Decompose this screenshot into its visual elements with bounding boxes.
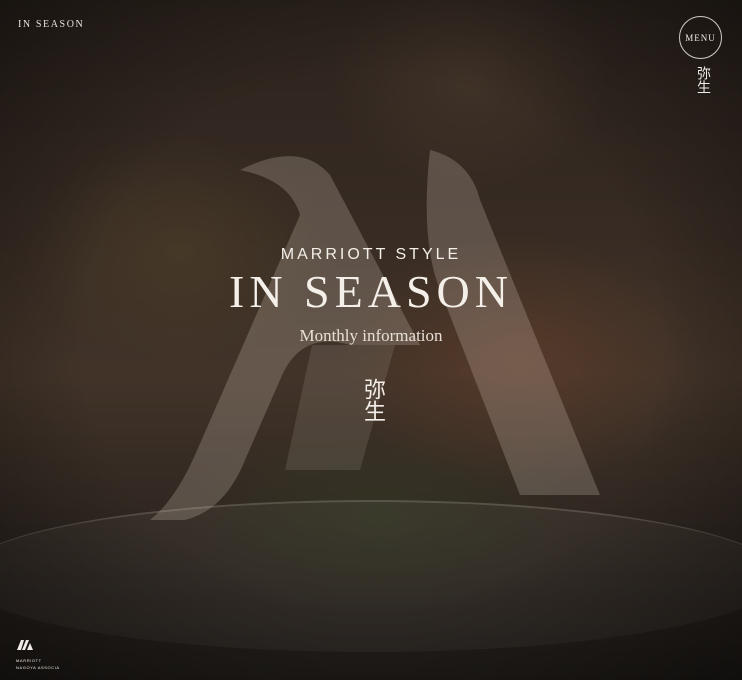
hero-title: IN SEASON [229,266,513,317]
menu-button-label: MENU [685,32,716,43]
hero-subtitle: Monthly information [299,326,443,345]
hero-month-label: 弥生 [361,378,386,422]
marriott-m-icon [17,640,33,650]
menu-button[interactable]: MENU [679,16,722,59]
logo-text-line2: NAGOYA ASSOCIA [16,665,60,670]
logo-text-line1: MARRIOTT [16,658,42,663]
side-month-label: 弥生 [695,66,710,94]
hero-stage: IN SEASON MENU 弥生 MARRIOTT STYLE IN SEAS… [0,0,742,680]
site-title-link[interactable]: IN SEASON [18,19,84,30]
marriott-logo[interactable]: MARRIOTT NAGOYA ASSOCIA [16,638,60,670]
hero-eyebrow: MARRIOTT STYLE [280,246,462,263]
hero-heading: MARRIOTT STYLE IN SEASON Monthly informa… [0,240,742,346]
